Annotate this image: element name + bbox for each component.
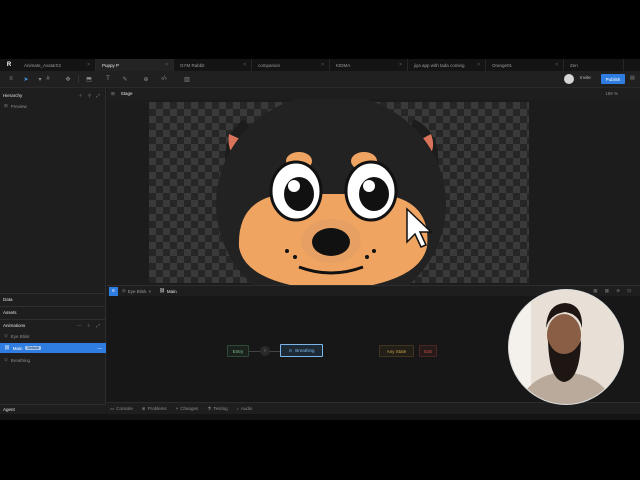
freckle bbox=[365, 255, 369, 259]
stage-panel-header: ⊞ Stage 189 % bbox=[107, 88, 640, 99]
close-icon[interactable]: × bbox=[399, 62, 402, 68]
tab-kidma[interactable]: KIDMA × bbox=[330, 59, 408, 71]
remove-icon[interactable]: — bbox=[98, 346, 103, 351]
tab-companion[interactable]: companion × bbox=[252, 59, 330, 71]
panel-toggle-icon[interactable]: ≡ bbox=[109, 286, 118, 296]
select-tool-icon[interactable]: ➤ bbox=[22, 75, 30, 83]
pen-tool-icon[interactable]: ✎ bbox=[121, 75, 129, 83]
changes-icon: ⑂ bbox=[175, 406, 179, 411]
agent-panel-header[interactable]: Agent bbox=[0, 404, 106, 414]
publish-button[interactable]: Publish bbox=[601, 74, 625, 84]
tab-testing[interactable]: ⚗ Testing bbox=[207, 406, 227, 412]
state-machine-icon: ⛓ bbox=[4, 345, 10, 350]
animation-icon: ⊙ bbox=[4, 333, 8, 338]
menu-icon[interactable]: ≡ bbox=[7, 75, 15, 83]
testing-icon: ⚗ bbox=[207, 405, 212, 411]
shape-tool-icon[interactable]: ⬒ bbox=[85, 75, 93, 83]
tab-orange01[interactable]: Orange01 × bbox=[486, 59, 564, 71]
node-breathing[interactable]: ⊙ Breathing bbox=[280, 344, 323, 357]
left-pupil bbox=[284, 177, 314, 211]
node-exit[interactable]: Exit bbox=[419, 345, 437, 357]
document-tab-bar: R Animate_Avatar02 × Puppy P × GYM Rabbit ×… bbox=[0, 59, 640, 71]
left-sidebar: Hierarchy ＋ ⚲ ⤢ ⊞ Preview Data Assets An… bbox=[0, 88, 106, 420]
stage-canvas[interactable] bbox=[107, 99, 640, 285]
artboard-tool-icon[interactable]: # bbox=[44, 75, 52, 83]
close-icon[interactable]: × bbox=[555, 62, 558, 68]
chevron-down-icon[interactable]: ▾ bbox=[36, 75, 44, 83]
animation-item-eye-blink[interactable]: ⊙ Eye Blink bbox=[0, 331, 106, 341]
artboard-icon: ⊞ bbox=[4, 103, 8, 108]
tab-audio[interactable]: ♪ Audio bbox=[237, 406, 253, 411]
layout-tool-icon[interactable]: ▥ bbox=[183, 75, 191, 83]
data-panel-header[interactable]: Data bbox=[0, 294, 106, 305]
node-any-state[interactable]: Any State bbox=[379, 345, 414, 357]
tab-animate-avatar[interactable]: Animate_Avatar02 × bbox=[18, 59, 96, 71]
bottom-panel-tabs: ▭ Console ⊗ Problems ⑂ Changes ⚗ Testing ♪ Au… bbox=[107, 402, 640, 414]
user-avatar[interactable] bbox=[564, 74, 574, 84]
animation-item-main[interactable]: ⛓ Main Default — bbox=[0, 343, 106, 353]
tab-changes[interactable]: ⑂ Changes bbox=[176, 406, 199, 411]
stage-icon: ⊞ bbox=[111, 90, 115, 96]
close-icon[interactable]: × bbox=[149, 289, 152, 294]
bone-tool-icon[interactable]: ✥ bbox=[64, 75, 72, 83]
tab-problems[interactable]: ⊗ Problems bbox=[142, 406, 167, 412]
tab-zen[interactable]: Zen bbox=[564, 59, 624, 71]
default-badge: Default bbox=[25, 346, 41, 350]
state-machine-icon: ⛓ bbox=[159, 288, 165, 293]
puppy-character bbox=[216, 99, 446, 285]
transition-arrow-icon[interactable]: › bbox=[260, 346, 270, 356]
freckle bbox=[293, 255, 297, 259]
close-icon[interactable]: × bbox=[165, 62, 168, 68]
hierarchy-controls-icon[interactable]: ＋ ⚲ ⤢ bbox=[78, 93, 102, 99]
code-tool-icon[interactable]: ‹/› bbox=[160, 75, 168, 83]
left-eye-shine bbox=[288, 180, 300, 192]
main-toolbar: ≡ ➤ ▾ # ✥ ⬒ T ✎ ⊕ ‹/› ▥ Invite Publish ▤ bbox=[0, 71, 640, 88]
problems-icon: ⊗ bbox=[141, 405, 146, 411]
presenter-video bbox=[509, 290, 623, 404]
toolbar-divider bbox=[78, 75, 79, 83]
assets-panel-header[interactable]: Assets bbox=[0, 307, 106, 318]
tab-puppy-p[interactable]: Puppy P × bbox=[96, 59, 174, 71]
anim-tab-eye-blink[interactable]: ⊙ Eye Blink × bbox=[122, 288, 151, 294]
text-tool-icon[interactable]: T bbox=[104, 75, 112, 83]
tab-jiya-app[interactable]: jiya app with tada coming × bbox=[408, 59, 486, 71]
close-icon[interactable]: × bbox=[243, 62, 246, 68]
animation-item-breathing[interactable]: ⊙ Breathing bbox=[0, 355, 106, 365]
component-tool-icon[interactable]: ⊕ bbox=[142, 75, 150, 83]
animation-icon: ⊙ bbox=[4, 357, 8, 362]
animation-icon: ⊙ bbox=[122, 288, 126, 293]
freckle bbox=[285, 249, 289, 253]
invite-button[interactable]: Invite bbox=[580, 75, 591, 80]
close-icon[interactable]: × bbox=[321, 62, 324, 68]
animations-controls-icon[interactable]: — ＋ ⤢ bbox=[77, 323, 102, 329]
close-icon[interactable]: × bbox=[477, 62, 480, 68]
anim-tab-main[interactable]: ⛓ Main bbox=[159, 288, 176, 294]
right-eye-shine bbox=[363, 180, 375, 192]
more-icon[interactable]: ▤ bbox=[630, 75, 635, 81]
close-icon[interactable]: × bbox=[87, 62, 90, 68]
freckle bbox=[372, 249, 376, 253]
app-logo[interactable]: R bbox=[0, 59, 18, 71]
right-pupil bbox=[359, 177, 389, 211]
audio-icon: ♪ bbox=[236, 406, 239, 411]
hierarchy-item-preview[interactable]: ⊞ Preview bbox=[0, 101, 106, 111]
status-bar bbox=[0, 414, 640, 420]
hierarchy-panel-header: Hierarchy ＋ ⚲ ⤢ bbox=[3, 92, 102, 99]
graph-controls-icon[interactable]: ▦ ▦ ⊕ ⊡ bbox=[593, 288, 634, 294]
animations-panel-header: Animations — ＋ ⤢ bbox=[3, 322, 102, 329]
puppy-nose bbox=[312, 228, 350, 256]
console-icon: ▭ bbox=[110, 405, 115, 411]
node-entry[interactable]: Entry bbox=[227, 345, 249, 357]
animation-icon: ⊙ bbox=[288, 347, 293, 353]
tab-gym-rabbit[interactable]: GYM Rabbit × bbox=[174, 59, 252, 71]
zoom-level[interactable]: 189 % bbox=[605, 91, 618, 96]
webcam-overlay bbox=[509, 290, 623, 404]
tab-console[interactable]: ▭ Console bbox=[110, 406, 133, 412]
